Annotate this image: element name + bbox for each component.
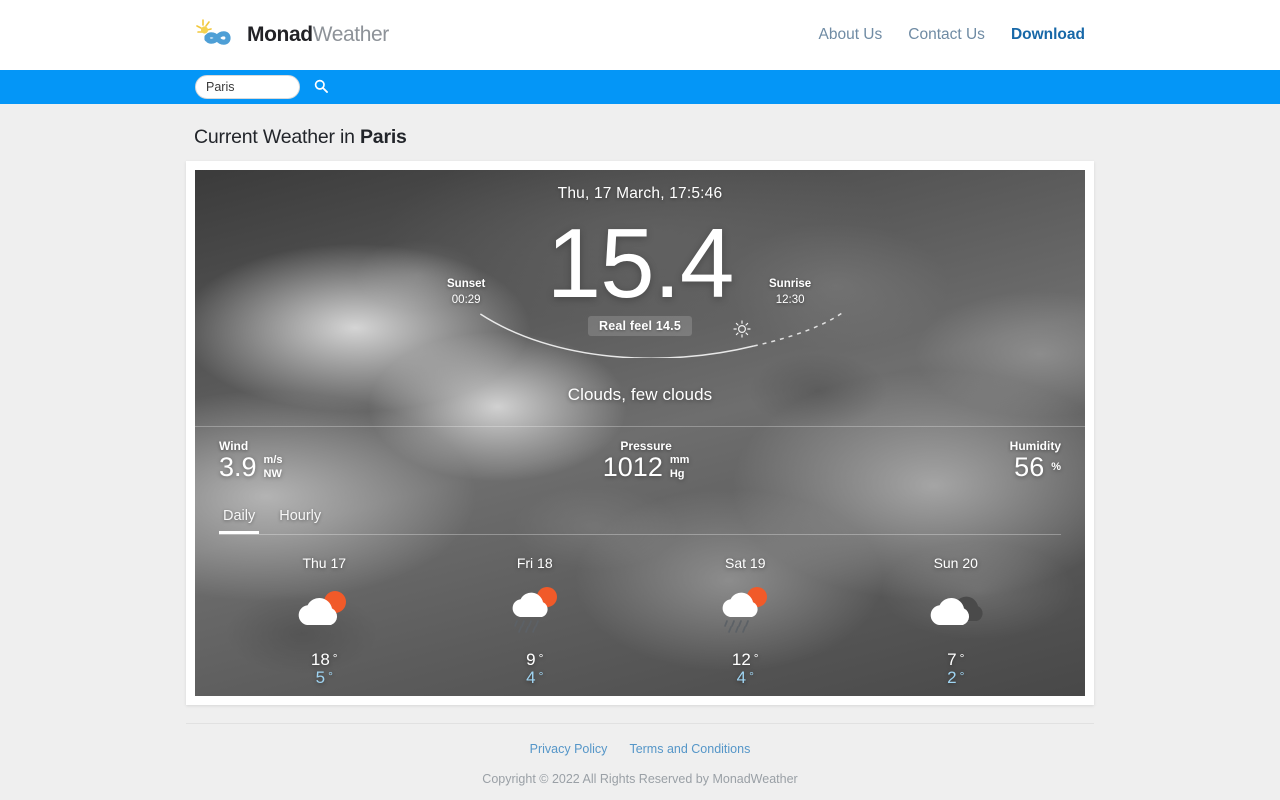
tab-hourly[interactable]: Hourly <box>275 508 325 534</box>
metric-pressure-label: Pressure <box>603 439 690 453</box>
forecast-day-1[interactable]: Fri 18 <box>430 555 641 687</box>
forecast-day-name: Thu 17 <box>219 555 430 571</box>
main-navigation: About Us Contact Us Download <box>819 26 1086 44</box>
sunset-info: Sunset 00:29 <box>447 277 485 308</box>
cloud-sun-rain-icon <box>640 581 851 637</box>
search-bar <box>0 70 1280 104</box>
metric-humidity: Humidity 56 % <box>1010 439 1061 481</box>
weather-panel: Thu, 17 March, 17:5:46 Sunset 00:29 15.4… <box>195 170 1085 696</box>
weather-card: Thu, 17 March, 17:5:46 Sunset 00:29 15.4… <box>186 161 1094 705</box>
footer-link-terms-and-conditions[interactable]: Terms and Conditions <box>629 742 750 756</box>
infinity-sun-logo-icon <box>195 18 241 52</box>
nav-download[interactable]: Download <box>1011 26 1085 44</box>
search-icon <box>314 79 328 96</box>
sunrise-label: Sunrise <box>769 277 811 293</box>
sunset-label: Sunset <box>447 277 485 293</box>
footer-links: Privacy Policy Terms and Conditions <box>186 742 1094 756</box>
metric-humidity-unit: % <box>1051 461 1061 474</box>
copyright-text: Copyright © 2022 All Rights Reserved by … <box>186 772 1094 786</box>
forecast-day-name: Fri 18 <box>430 555 641 571</box>
nav-contact-us[interactable]: Contact Us <box>908 26 985 44</box>
forecast-low: 5 <box>316 668 325 687</box>
sun-position-icon <box>733 320 751 343</box>
forecast-high: 18 <box>311 650 330 669</box>
forecast-temps: 7° 2° <box>851 651 1062 687</box>
forecast-day-name: Sat 19 <box>640 555 851 571</box>
forecast-temps: 12° 4° <box>640 651 851 687</box>
brand-name: MonadWeather <box>247 23 389 47</box>
brand-logo[interactable]: MonadWeather <box>195 18 389 52</box>
sunrise-time: 12:30 <box>769 293 811 309</box>
metric-humidity-label: Humidity <box>1010 439 1061 453</box>
footer-link-privacy-policy[interactable]: Privacy Policy <box>530 742 608 756</box>
current-temperature: 15.4 <box>547 214 734 312</box>
brand-name-bold: Monad <box>247 23 313 46</box>
metric-pressure-value: 1012 <box>603 454 663 481</box>
cloud-sun-rain-icon <box>430 581 641 637</box>
forecast-temps: 18° 5° <box>219 651 430 687</box>
page-title-prefix: Current Weather in <box>194 126 360 148</box>
current-datetime: Thu, 17 March, 17:5:46 <box>195 170 1085 203</box>
page-title: Current Weather in Paris <box>194 126 1094 149</box>
search-input[interactable] <box>195 75 300 99</box>
site-header: MonadWeather About Us Contact Us Downloa… <box>0 0 1280 70</box>
tab-daily[interactable]: Daily <box>219 508 259 534</box>
forecast-low: 4 <box>737 668 746 687</box>
forecast-high: 12 <box>732 650 751 669</box>
forecast-temps: 9° 4° <box>430 651 641 687</box>
metric-pressure-unit: mm Hg <box>670 454 690 481</box>
metric-wind-unit: m/s NW <box>264 454 283 481</box>
brand-name-light: Weather <box>313 23 389 46</box>
forecast-list: Thu 17 18° 5° Fri 18 <box>195 555 1085 687</box>
forecast-high: 9 <box>526 650 535 669</box>
clouds-overcast-icon <box>851 581 1062 637</box>
forecast-low: 4 <box>526 668 535 687</box>
search-button[interactable] <box>312 77 330 98</box>
forecast-tabs: Daily Hourly <box>219 508 1061 535</box>
current-temperature-row: Sunset 00:29 15.4 Sunrise 12:30 <box>195 203 1085 323</box>
page-title-city: Paris <box>360 126 407 148</box>
cloud-sun-icon <box>219 581 430 637</box>
site-footer: Privacy Policy Terms and Conditions Copy… <box>186 723 1094 786</box>
forecast-low: 2 <box>947 668 956 687</box>
forecast-high: 7 <box>947 650 956 669</box>
metric-wind-value: 3.9 <box>219 454 257 481</box>
nav-about-us[interactable]: About Us <box>819 26 883 44</box>
metric-wind-label: Wind <box>219 439 283 453</box>
real-feel-badge: Real feel 14.5 <box>588 316 692 336</box>
forecast-day-3[interactable]: Sun 20 7° 2° <box>851 555 1062 687</box>
sunrise-info: Sunrise 12:30 <box>769 277 811 308</box>
forecast-day-2[interactable]: Sat 19 <box>640 555 851 687</box>
weather-metrics: Wind 3.9 m/s NW Pressure 1012 <box>195 426 1085 481</box>
forecast-day-0[interactable]: Thu 17 18° 5° <box>219 555 430 687</box>
weather-condition: Clouds, few clouds <box>195 385 1085 405</box>
main-content: Current Weather in Paris Thu, 17 March, … <box>0 126 1280 786</box>
metric-humidity-value: 56 <box>1014 454 1044 481</box>
forecast-day-name: Sun 20 <box>851 555 1062 571</box>
metric-pressure: Pressure 1012 mm Hg <box>603 439 690 481</box>
sunset-time: 00:29 <box>447 293 485 309</box>
metric-wind: Wind 3.9 m/s NW <box>219 439 283 481</box>
